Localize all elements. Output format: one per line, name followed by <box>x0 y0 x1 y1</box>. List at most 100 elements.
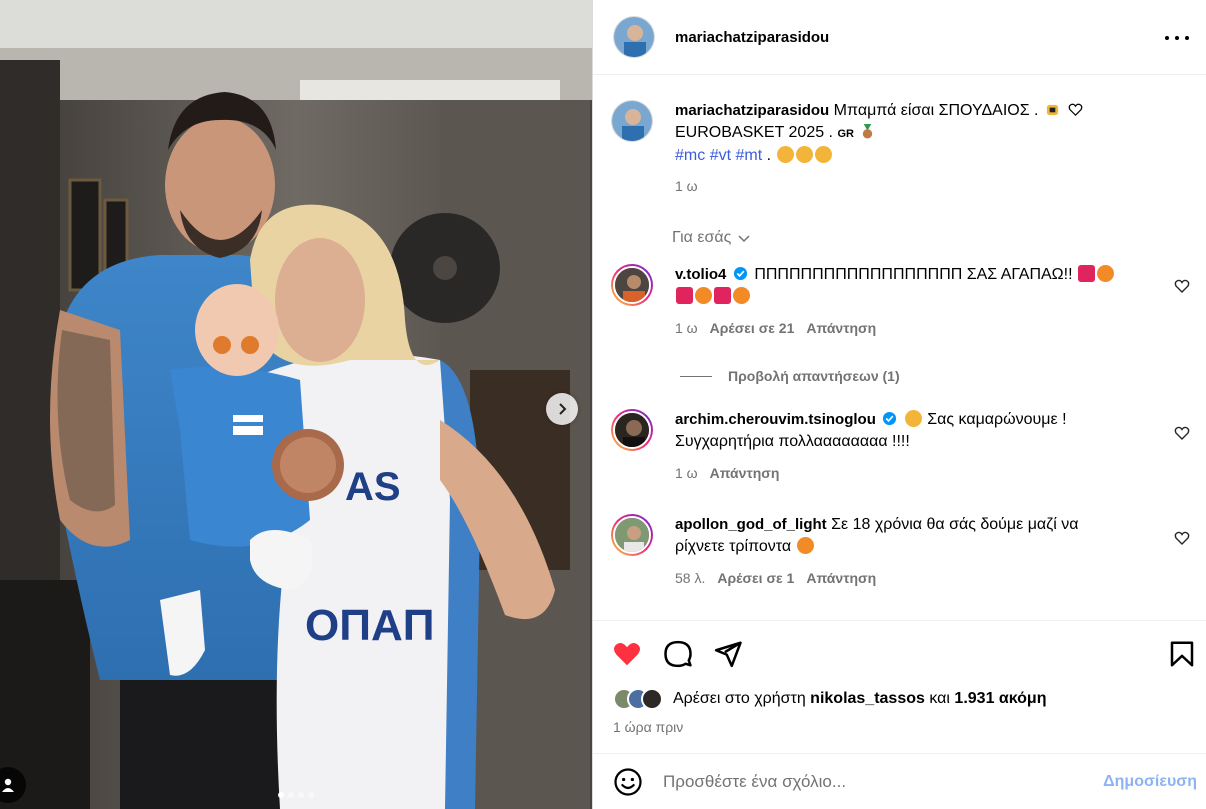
caption-username[interactable]: mariachatziparasidou <box>675 102 829 119</box>
comment-input[interactable] <box>663 771 1083 792</box>
like-comment-heart-icon[interactable] <box>1174 530 1190 546</box>
smiley-icon[interactable] <box>613 767 643 797</box>
fire-emoji-icon <box>733 287 750 304</box>
comment-likes-count[interactable]: Αρέσει σε 1 <box>717 567 794 589</box>
caption-meta: 1 ω <box>675 175 1145 197</box>
comment-item: archim.cherouvim.tsinoglou Σας καμαρώνου… <box>611 409 1196 489</box>
clapping-hands-emoji-icon <box>904 410 922 427</box>
commenter-avatar[interactable] <box>611 409 653 451</box>
post-details-panel: mariachatziparasidou mariachatziparasido… <box>592 0 1206 809</box>
more-options-button[interactable] <box>1165 26 1189 50</box>
comment-body: archim.cherouvim.tsinoglou Σας καμαρώνου… <box>675 409 1145 484</box>
comment-body: v.tolio4 ΠΠΠΠΠΠΠΠΠΠΠΠΠΠΠΠΠΠ ΣΑΣ ΑΓΑΠΑΩ!!… <box>675 264 1145 339</box>
post-header: mariachatziparasidou <box>593 0 1206 75</box>
post-comment-button[interactable]: Δημοσίευση <box>1103 773 1197 791</box>
comment-meta: 58 λ. Αρέσει σε 1 Απάντηση <box>675 567 1145 589</box>
author-avatar[interactable] <box>613 16 655 58</box>
comment-likes-count[interactable]: Αρέσει σε 21 <box>710 317 795 339</box>
likes-count[interactable]: 1.931 ακόμη <box>954 690 1046 708</box>
family-photo-illustration: ΟΠΑΠ AS <box>0 0 592 809</box>
bronze-medal-icon <box>863 124 873 139</box>
commenter-username[interactable]: apollon_god_of_light <box>675 516 827 533</box>
caption-body: mariachatziparasidou Μπαμπά είσαι ΣΠΟΥΔΑ… <box>675 100 1145 197</box>
fire-emoji-icon <box>695 287 712 304</box>
chevron-down-icon <box>738 235 750 243</box>
add-comment-bar: Δημοσίευση <box>593 753 1206 809</box>
reply-button[interactable]: Απάντηση <box>806 567 876 589</box>
reply-button[interactable]: Απάντηση <box>806 317 876 339</box>
red-heart-emoji-icon <box>714 287 731 304</box>
paper-plane-icon[interactable] <box>713 639 743 669</box>
pagination-dot <box>288 792 294 798</box>
comment-body: apollon_god_of_light Σε 18 χρόνια θα σάς… <box>675 514 1145 589</box>
caption-dot: . <box>766 147 772 164</box>
caption-avatar[interactable] <box>611 100 653 142</box>
avatar-image <box>615 518 649 552</box>
like-comment-heart-icon[interactable] <box>1174 425 1190 441</box>
avatar-image <box>615 413 649 447</box>
hashtag-link[interactable]: #mc <box>675 147 705 164</box>
comment-text: Σε 18 χρόνια θα σάς δούμε μαζί να <box>831 516 1079 533</box>
flag-label: GR <box>837 128 854 140</box>
view-replies-button[interactable]: Προβολή απαντήσεων (1) <box>680 368 900 384</box>
comments-filter-dropdown[interactable]: Για εσάς <box>672 229 751 247</box>
commenter-username[interactable]: v.tolio4 <box>675 266 726 283</box>
hashtag-link[interactable]: #mt <box>735 147 762 164</box>
replies-divider <box>680 375 712 377</box>
commenter-avatar[interactable] <box>611 514 653 556</box>
avatar-image <box>615 268 649 302</box>
comment-time[interactable]: 1 ω <box>675 317 698 339</box>
red-heart-emoji-icon <box>676 287 693 304</box>
caption-text: Μπαμπά είσαι ΣΠΟΥΔΑΙΟΣ . <box>833 102 1039 119</box>
next-photo-button[interactable] <box>546 393 578 425</box>
fire-emoji-icon <box>1096 265 1114 282</box>
comments-list[interactable]: mariachatziparasidou Μπαμπά είσαι ΣΠΟΥΔΑ… <box>593 76 1206 620</box>
comment-meta: 1 ω Αρέσει σε 21 Απάντηση <box>675 317 1145 339</box>
reply-button[interactable]: Απάντηση <box>710 462 780 484</box>
red-heart-emoji-icon <box>1077 265 1095 282</box>
caption-eurobasket: EUROBASKET 2025 . <box>675 124 833 141</box>
likes-and: και <box>929 690 950 707</box>
comment-text: Σας καμαρώνουμε ! <box>927 411 1067 428</box>
post-photo[interactable]: ΟΠΑΠ AS <box>0 0 592 809</box>
person-icon <box>2 778 14 792</box>
avatar-image <box>612 101 652 141</box>
photo-pagination <box>0 792 592 798</box>
chevron-right-icon <box>559 403 567 415</box>
svg-text:ΟΠΑΠ: ΟΠΑΠ <box>305 601 435 650</box>
more-dot <box>1185 36 1189 40</box>
comment-text-line2: ρίχνετε τρίποντα <box>675 538 792 555</box>
verified-badge-icon <box>733 266 747 281</box>
caption-time[interactable]: 1 ω <box>675 175 698 197</box>
likes-prefix: Αρέσει στο χρήστη <box>673 690 806 707</box>
post-actions-bar <box>593 620 1206 688</box>
post-timestamp[interactable]: 1 ώρα πριν <box>613 719 683 735</box>
more-dot <box>1175 36 1179 40</box>
comment-item: v.tolio4 ΠΠΠΠΠΠΠΠΠΠΠΠΠΠΠΠΠΠ ΣΑΣ ΑΓΑΠΑΩ!!… <box>611 264 1196 344</box>
comment-text: ΠΠΠΠΠΠΠΠΠΠΠΠΠΠΠΠΠΠ ΣΑΣ ΑΓΑΠΑΩ!! <box>754 266 1073 283</box>
comment-time[interactable]: 1 ω <box>675 462 698 484</box>
liker-avatars <box>613 688 663 710</box>
comment-bubble-icon[interactable] <box>663 639 693 669</box>
bookmark-icon[interactable] <box>1167 639 1197 669</box>
view-replies-label: Προβολή απαντήσεων (1) <box>728 368 900 384</box>
commenter-username[interactable]: archim.cherouvim.tsinoglou <box>675 411 876 428</box>
avatar-image <box>614 17 654 57</box>
pagination-dot <box>308 792 314 798</box>
comment-time[interactable]: 58 λ. <box>675 567 705 589</box>
pagination-dot <box>278 792 284 798</box>
author-username[interactable]: mariachatziparasidou <box>675 29 829 46</box>
liker-username[interactable]: nikolas_tassos <box>810 690 925 708</box>
like-comment-heart-icon[interactable] <box>1174 278 1190 294</box>
child-emoji-icon <box>776 146 794 163</box>
caption-row: mariachatziparasidou Μπαμπά είσαι ΣΠΟΥΔΑ… <box>611 100 1196 200</box>
heart-filled-icon[interactable] <box>612 639 642 669</box>
fire-emoji-icon <box>796 537 814 554</box>
liker-avatar <box>641 688 663 710</box>
pagination-dot <box>298 792 304 798</box>
hashtag-link[interactable]: #vt <box>710 147 731 164</box>
verified-badge-icon <box>883 411 897 426</box>
commenter-avatar[interactable] <box>611 264 653 306</box>
likes-summary[interactable]: Αρέσει στο χρήστη nikolas_tassos και 1.9… <box>613 688 1046 710</box>
comment-item: apollon_god_of_light Σε 18 χρόνια θα σάς… <box>611 514 1196 594</box>
